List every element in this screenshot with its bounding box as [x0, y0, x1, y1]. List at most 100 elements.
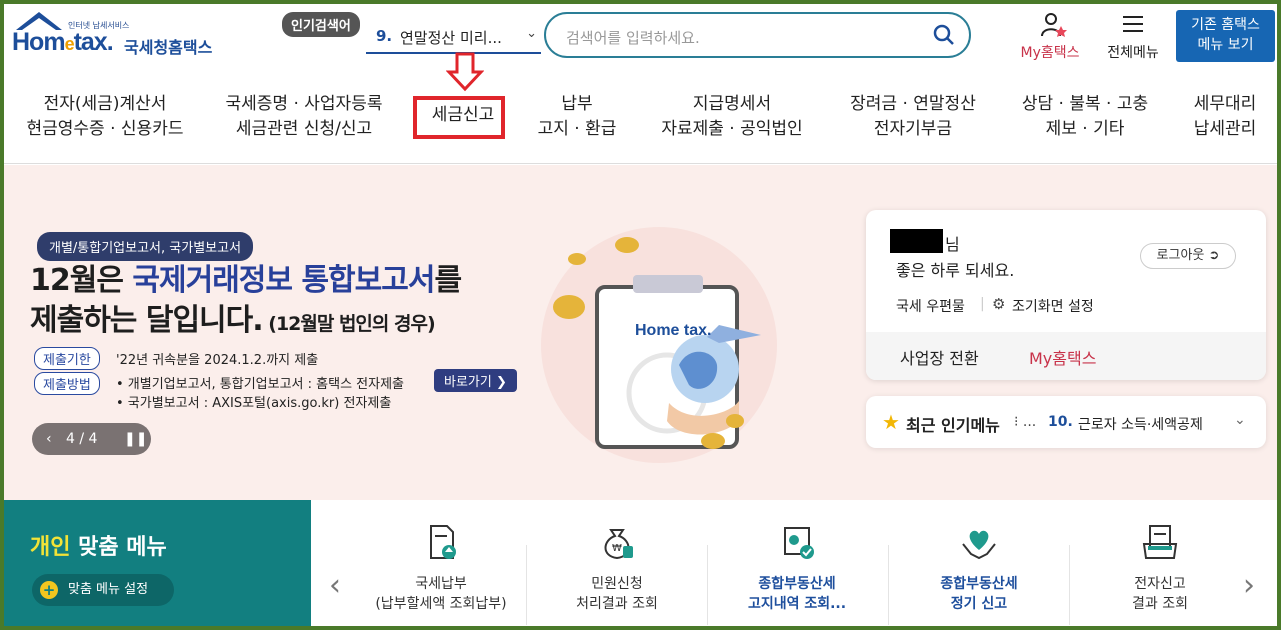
star-icon: ★ — [882, 410, 900, 434]
quick-item-property-tax-filing[interactable]: 종합부동산세 정기 신고 — [889, 522, 1069, 614]
gear-icon: ⚙ — [992, 295, 1006, 313]
main-nav: 전자(세금)계산서 현금영수증 · 신용카드 국세증명 · 사업자등록 세금관련… — [4, 88, 1277, 164]
quick-menu: ‹ 국세납부 (납부할세액 조회납부) ₩ 민원신청 처리결과 조회 종합부동산… — [311, 500, 1277, 626]
user-star-icon — [1041, 13, 1067, 37]
nav-label-line2: 납세관리 — [1193, 119, 1257, 139]
popular-search-badge: 인기검색어 — [282, 12, 360, 37]
nav-item-payment[interactable]: 납부 고지 · 환급 — [532, 92, 622, 142]
heart-hands-icon — [962, 530, 996, 560]
search-icon[interactable] — [933, 24, 955, 46]
nav-item-payment-statement[interactable]: 지급명세서 자료제출 · 공익법인 — [652, 92, 812, 142]
svg-text:₩: ₩ — [612, 543, 622, 554]
quick-item-civil-petition[interactable]: ₩ 민원신청 처리결과 조회 — [527, 522, 707, 614]
quick-item-e-filing-result[interactable]: 전자신고 결과 조회 — [1070, 522, 1250, 614]
deadline-text: '22년 귀속분을 2024.1.2.까지 제출 — [116, 353, 319, 368]
initial-screen-setting-link[interactable]: 조기화면 설정 — [1012, 296, 1094, 316]
personal-menu-panel: 개인 맞춤 메뉴 + 맞춤 메뉴 설정 — [4, 500, 311, 626]
method-label: 제출방법 — [34, 372, 100, 395]
old-menu-line2: 메뉴 보기 — [1197, 37, 1254, 53]
hero-tag: 개별/통합기업보고서, 국가별보고서 — [37, 232, 254, 261]
nav-item-incentive[interactable]: 장려금 · 연말정산 전자기부금 — [838, 92, 988, 142]
personal-setting-label: 맞춤 메뉴 설정 — [68, 582, 149, 597]
chevron-left-icon[interactable]: ‹ — [329, 568, 341, 603]
nav-label-line2: 자료제출 · 공익법인 — [661, 119, 803, 139]
deadline-label: 제출기한 — [34, 347, 100, 370]
recent-popular-menu[interactable]: ★ 최근 인기메뉴 ⁝ ... 10. 근로자 소득·세액공제 ⌄ — [866, 396, 1266, 448]
my-hometax-link[interactable]: My홈택스 — [1029, 345, 1096, 369]
recent-item: 근로자 소득·세액공제 — [1078, 417, 1203, 433]
nav-label-line1: 지급명세서 — [692, 94, 772, 114]
popular-rank: 9. — [376, 27, 393, 45]
banner-pager: ‹ 4 / 4 ❚❚ — [32, 423, 151, 455]
nav-label-line1: 장려금 · 연말정산 — [850, 94, 976, 114]
report-illustration: Home tax. — [541, 227, 777, 463]
divider: | — [980, 296, 985, 312]
nav-label-line2: 제보 · 기타 — [1045, 119, 1125, 139]
greeting: 좋은 하루 되세요. — [896, 261, 1015, 280]
search-placeholder: 검색어를 입력하세요. — [566, 29, 700, 47]
old-menu-button[interactable]: 기존 홈택스 메뉴 보기 — [1176, 10, 1275, 62]
my-hometax-button[interactable]: My홈택스 — [1014, 10, 1086, 62]
money-bag-icon: ₩ — [604, 529, 633, 560]
goto-button[interactable]: 바로가기 ❯ — [434, 369, 517, 392]
nav-item-consult[interactable]: 상담 · 불복 · 고충 제보 · 기타 — [1010, 92, 1160, 142]
logout-button[interactable]: 로그아웃 ➲ — [1140, 243, 1236, 269]
quick-label-line1: 종합부동산세 — [758, 576, 836, 592]
folder-document-icon — [1142, 525, 1178, 559]
nav-label-line2: 전자기부금 — [873, 119, 953, 139]
logo-wordmark: Hometax. — [12, 28, 114, 56]
hero-headline: 12월은 국제거래정보 통합보고서를 제출하는 달입니다. (12월말 법인의 … — [30, 263, 462, 338]
scroll-check-icon — [784, 527, 814, 559]
honorific: 님 — [945, 235, 960, 254]
method-text-1: • 개별기업보고서, 통합기업보고서 : 홈택스 전자제출 — [116, 377, 405, 392]
quick-label-line1: 종합부동산세 — [940, 576, 1018, 592]
redacted-username — [890, 229, 943, 253]
all-menu-label: 전체메뉴 — [1107, 45, 1159, 61]
quick-label-line1: 국세납부 — [415, 576, 467, 592]
personal-menu-title: 개인 맞춤 메뉴 — [30, 535, 167, 560]
highlight-box-annotation — [413, 96, 505, 139]
tax-mailbox-link[interactable]: 국세 우편물 — [896, 296, 965, 316]
chevron-down-icon[interactable]: ⌄ — [1234, 412, 1246, 428]
document-upload-icon — [430, 525, 456, 559]
search-input[interactable]: 검색어를 입력하세요. — [544, 12, 971, 58]
quick-item-property-tax-notice[interactable]: 종합부동산세 고지내역 조회... — [707, 522, 887, 614]
prev-icon[interactable]: ‹ — [46, 423, 52, 455]
hometax-logo[interactable]: 인터넷 납세서비스 Hometax. 국세청홈택스 — [8, 10, 218, 66]
plus-icon: + — [40, 581, 58, 599]
hamburger-icon — [1123, 16, 1143, 37]
nav-label-line1: 세무대리 — [1193, 94, 1257, 114]
nav-item-e-invoice[interactable]: 전자(세금)계산서 현금영수증 · 신용카드 — [20, 92, 190, 142]
user-card: 님 좋은 하루 되세요. 로그아웃 ➲ 국세 우편물 | ⚙ 조기화면 설정 사… — [866, 210, 1266, 380]
quick-label-line2: 결과 조회 — [1132, 596, 1188, 612]
popular-term: 연말정산 미리... — [400, 29, 502, 47]
nav-label-line2: 세금관련 신청/신고 — [235, 119, 373, 139]
quick-label-line2: 고지내역 조회... — [747, 596, 847, 612]
illustration-logo: Home tax. — [635, 322, 711, 339]
all-menu-button[interactable]: 전체메뉴 — [1100, 10, 1166, 62]
logout-label: 로그아웃 — [1156, 248, 1205, 263]
quick-item-tax-payment[interactable]: 국세납부 (납부할세액 조회납부) — [351, 522, 531, 614]
nav-label-line1: 납부 — [561, 94, 593, 114]
card-footer: 사업장 전환 My홈택스 — [866, 332, 1266, 380]
header: 인터넷 납세서비스 Hometax. 국세청홈택스 인기검색어 9. 연말정산 … — [4, 4, 1277, 66]
my-hometax-label: My홈택스 — [1020, 45, 1080, 61]
popular-search-select[interactable]: 9. 연말정산 미리... ⌄ — [366, 18, 541, 54]
recent-title: 최근 인기메뉴 — [906, 416, 1000, 435]
nav-label-line2: 현금영수증 · 신용카드 — [26, 119, 184, 139]
chevron-right-icon[interactable]: › — [1243, 568, 1255, 603]
nav-label-line1: 전자(세금)계산서 — [43, 94, 167, 114]
personal-menu-setting-button[interactable]: + 맞춤 메뉴 설정 — [32, 574, 174, 606]
business-switch-link[interactable]: 사업장 전환 — [900, 345, 979, 369]
nav-item-certificate[interactable]: 국세증명 · 사업자등록 세금관련 신청/신고 — [214, 92, 394, 142]
quick-label-line2: 처리결과 조회 — [576, 596, 658, 612]
recent-dots: ⁝ ... — [1014, 414, 1037, 430]
pager-text: 4 / 4 — [66, 431, 98, 447]
pause-icon[interactable]: ❚❚ — [124, 423, 147, 455]
down-arrow-annotation-icon — [446, 52, 484, 92]
nav-item-tax-agent[interactable]: 세무대리 납세관리 — [1180, 92, 1270, 142]
method-text-2: • 국가별보고서 : AXIS포털(axis.go.kr) 전자제출 — [116, 396, 392, 411]
nav-label-line1: 국세증명 · 사업자등록 — [225, 94, 383, 114]
quick-label-line2: (납부할세액 조회납부) — [375, 596, 507, 612]
nav-label-line1: 상담 · 불복 · 고충 — [1021, 94, 1149, 114]
